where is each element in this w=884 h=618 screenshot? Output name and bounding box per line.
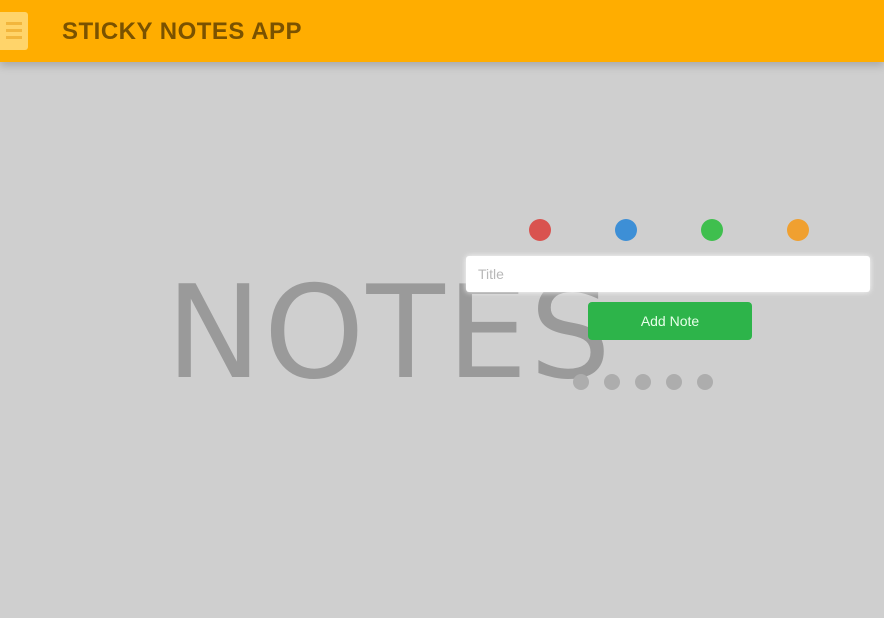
color-option-orange[interactable] <box>787 219 809 241</box>
pagination-dot-3[interactable] <box>635 374 651 390</box>
pagination-dot-5[interactable] <box>697 374 713 390</box>
pagination-dot-2[interactable] <box>604 374 620 390</box>
app-header: STICKY NOTES APP <box>0 0 884 62</box>
add-note-button[interactable]: Add Note <box>588 302 752 340</box>
color-option-blue[interactable] <box>615 219 637 241</box>
color-option-red[interactable] <box>529 219 551 241</box>
note-icon <box>0 12 28 50</box>
pagination-dot-4[interactable] <box>666 374 682 390</box>
note-title-input[interactable] <box>466 256 870 292</box>
app-title: STICKY NOTES APP <box>62 18 303 45</box>
pagination-dot-1[interactable] <box>573 374 589 390</box>
color-option-green[interactable] <box>701 219 723 241</box>
